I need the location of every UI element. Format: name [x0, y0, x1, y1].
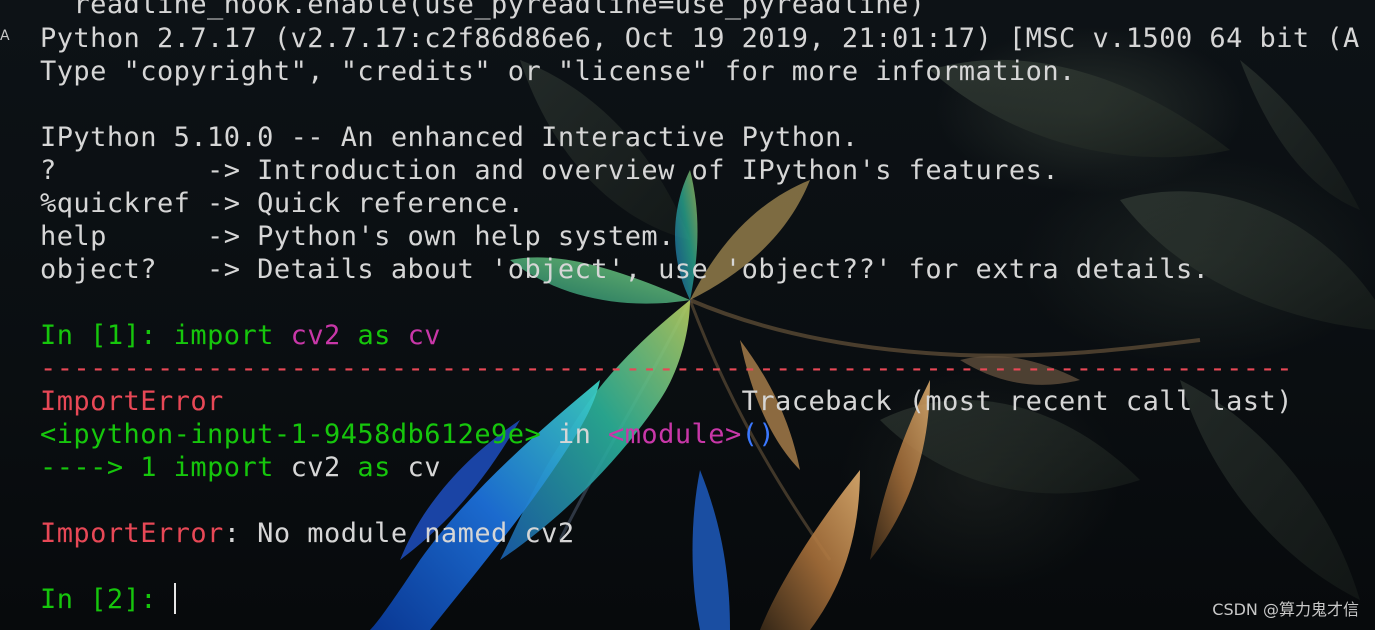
input-prompt-1: In [1]: [40, 320, 174, 351]
traceback-arrow: ----> 1 [40, 452, 174, 483]
text-cursor[interactable] [174, 583, 176, 614]
input-line-1: In [1]: import cv2 as cv [40, 319, 441, 352]
output-line-help-intro: ? -> Introduction and overview of IPytho… [40, 155, 1060, 186]
output-line-copyright: Type "copyright", "credits" or "license"… [40, 56, 1076, 87]
keyword-as: as [357, 452, 391, 483]
output-line-help-quickref: %quickref -> Quick reference. [40, 188, 525, 219]
traceback-code-line: ----> 1 import cv2 as cv [40, 451, 441, 484]
traceback-separator: ----------------------------------------… [40, 353, 1293, 384]
module-name: cv2 [290, 320, 341, 351]
input-file-name: <ipython-input-1-9458db612e9e> [40, 419, 542, 450]
frame-parens: () [741, 419, 776, 450]
traceback-header: ImportError Traceback (most recent call … [40, 385, 1293, 418]
error-message-line: ImportError: No module named cv2 [40, 517, 575, 550]
frame-in-text: in [541, 419, 608, 450]
keyword-import: import [173, 452, 274, 483]
frame-module: <module> [608, 419, 742, 450]
edge-char: A [0, 28, 10, 44]
error-type: ImportError [40, 518, 224, 549]
output-line-ipython-banner: IPython 5.10.0 -- An enhanced Interactiv… [40, 122, 859, 153]
keyword-as: as [357, 320, 391, 351]
input-prompt-2[interactable]: In [2]: [40, 583, 174, 616]
terminal-window[interactable]: A readline_hook.enable(use_pyreadline=us… [0, 0, 1375, 630]
keyword-import: import [173, 320, 274, 351]
watermark: CSDN @算力鬼才信 [1212, 600, 1359, 619]
traceback-label: Traceback (most recent call last) [741, 386, 1293, 417]
error-type: ImportError [40, 386, 224, 417]
error-message: : No module named cv2 [223, 518, 575, 549]
output-line-help-system: help -> Python's own help system. [40, 221, 675, 252]
alias-name: cv [407, 320, 442, 351]
traceback-frame: <ipython-input-1-9458db612e9e> in <modul… [40, 418, 775, 451]
output-line-readline-hook: readline_hook.enable(use_pyreadline=use_… [40, 0, 926, 20]
code-fragment: cv2 [273, 452, 358, 483]
code-fragment: cv [390, 452, 441, 483]
output-line-python-version: Python 2.7.17 (v2.7.17:c2f86d86e6, Oct 1… [40, 23, 1360, 54]
output-line-help-object: object? -> Details about 'object', use '… [40, 254, 1210, 285]
